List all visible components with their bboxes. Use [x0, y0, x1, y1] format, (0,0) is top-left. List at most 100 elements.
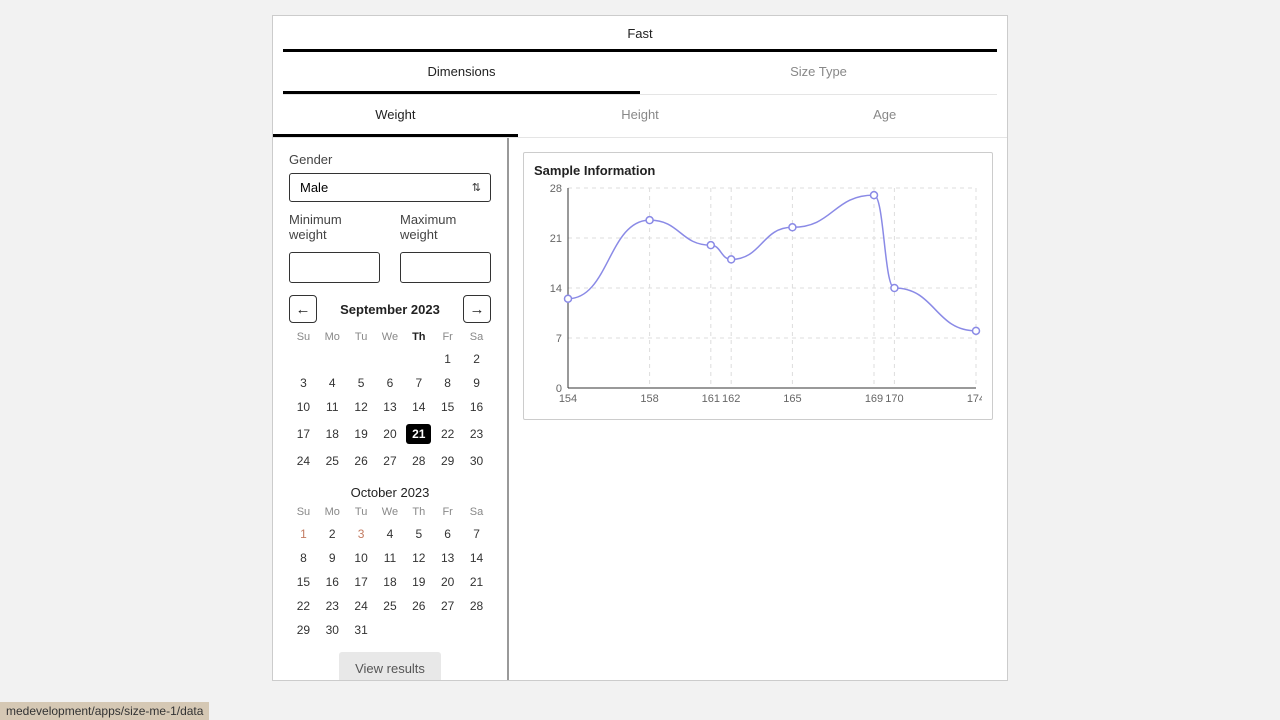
max-weight-label: Maximum weight	[400, 212, 491, 242]
tab-weight[interactable]: Weight	[273, 95, 518, 137]
calendar-day[interactable]: 26	[404, 594, 433, 618]
calendar-day[interactable]: 22	[289, 594, 318, 618]
main-panel: Sample Information 071421281541581611621…	[509, 138, 1007, 680]
svg-text:158: 158	[640, 393, 658, 405]
calendar-day[interactable]: 27	[433, 594, 462, 618]
dow-header: Sa	[462, 502, 491, 522]
calendar-day	[404, 618, 433, 642]
calendar-day[interactable]: 9	[318, 546, 347, 570]
calendar-day[interactable]: 18	[318, 419, 347, 449]
calendar-day[interactable]: 28	[462, 594, 491, 618]
calendar-day[interactable]: 14	[462, 546, 491, 570]
calendar-day[interactable]: 3	[289, 371, 318, 395]
calendar-day[interactable]: 21	[462, 570, 491, 594]
calendar-day[interactable]: 2	[318, 522, 347, 546]
app-title-bar: Fast	[283, 16, 997, 52]
calendar-day[interactable]: 5	[347, 371, 376, 395]
calendar-day[interactable]: 18	[376, 570, 405, 594]
cal-next-button[interactable]: →	[463, 295, 491, 323]
calendar-day[interactable]: 17	[289, 419, 318, 449]
dow-header: We	[376, 327, 405, 347]
calendar-day[interactable]: 30	[462, 449, 491, 473]
calendar-day[interactable]: 8	[289, 546, 318, 570]
calendar-day[interactable]: 24	[289, 449, 318, 473]
calendar-day[interactable]: 13	[376, 395, 405, 419]
svg-text:170: 170	[885, 393, 903, 405]
view-results-button[interactable]: View results	[339, 652, 441, 680]
calendar-day[interactable]: 4	[376, 522, 405, 546]
calendar-day[interactable]: 9	[462, 371, 491, 395]
calendar-day[interactable]: 21	[404, 419, 433, 449]
min-weight-input[interactable]	[289, 252, 380, 283]
app-card: Fast Dimensions Size Type Weight Height …	[272, 15, 1008, 681]
calendar-day[interactable]: 1	[289, 522, 318, 546]
calendar-day[interactable]: 20	[433, 570, 462, 594]
calendar-day[interactable]: 17	[347, 570, 376, 594]
calendar-day[interactable]: 10	[347, 546, 376, 570]
calendar-day[interactable]: 27	[376, 449, 405, 473]
calendar-day[interactable]: 25	[318, 449, 347, 473]
calendar-day[interactable]: 22	[433, 419, 462, 449]
max-weight-input[interactable]	[400, 252, 491, 283]
calendar-day[interactable]: 2	[462, 347, 491, 371]
calendar-day[interactable]: 3	[347, 522, 376, 546]
calendar-day[interactable]: 29	[289, 618, 318, 642]
gender-select-wrap: Male ⇅	[289, 173, 491, 202]
tab-size-type[interactable]: Size Type	[640, 52, 997, 94]
calendar-day[interactable]: 26	[347, 449, 376, 473]
calendar-day[interactable]: 15	[433, 395, 462, 419]
calendar-day[interactable]: 23	[318, 594, 347, 618]
calendar-day[interactable]: 7	[462, 522, 491, 546]
dow-header: Th	[404, 502, 433, 522]
cal-prev-button[interactable]: ←	[289, 295, 317, 323]
calendar-day[interactable]: 20	[376, 419, 405, 449]
svg-text:161: 161	[702, 393, 720, 405]
svg-text:28: 28	[550, 183, 562, 195]
calendar-day[interactable]: 15	[289, 570, 318, 594]
calendar-day[interactable]: 16	[318, 570, 347, 594]
calendar-day[interactable]: 14	[404, 395, 433, 419]
sub-tabs: Weight Height Age	[273, 95, 1007, 138]
calendar-day[interactable]: 29	[433, 449, 462, 473]
calendar-day[interactable]: 19	[347, 419, 376, 449]
calendar-day[interactable]: 13	[433, 546, 462, 570]
calendar-day[interactable]: 12	[347, 395, 376, 419]
calendar-day[interactable]: 8	[433, 371, 462, 395]
calendar-day[interactable]: 23	[462, 419, 491, 449]
calendar-day[interactable]: 25	[376, 594, 405, 618]
calendar-day[interactable]: 30	[318, 618, 347, 642]
calendar-day[interactable]: 12	[404, 546, 433, 570]
dow-header: Fr	[433, 502, 462, 522]
calendar-day[interactable]: 11	[376, 546, 405, 570]
tab-height[interactable]: Height	[518, 95, 763, 137]
tab-dimensions[interactable]: Dimensions	[283, 52, 640, 94]
calendar-day	[289, 347, 318, 371]
calendar-day[interactable]: 16	[462, 395, 491, 419]
dow-header: Sa	[462, 327, 491, 347]
calendar-day[interactable]: 11	[318, 395, 347, 419]
calendar-day[interactable]: 28	[404, 449, 433, 473]
calendar-day[interactable]: 4	[318, 371, 347, 395]
calendar-day[interactable]: 19	[404, 570, 433, 594]
calendar-day[interactable]: 24	[347, 594, 376, 618]
calendar-day[interactable]: 7	[404, 371, 433, 395]
calendar-day	[462, 618, 491, 642]
tab-age[interactable]: Age	[762, 95, 1007, 137]
calendar-day[interactable]: 5	[404, 522, 433, 546]
dow-header: Mo	[318, 502, 347, 522]
calendar-day	[347, 347, 376, 371]
min-weight-label: Minimum weight	[289, 212, 380, 242]
calendar-day[interactable]: 31	[347, 618, 376, 642]
calendar-day[interactable]: 1	[433, 347, 462, 371]
dow-header: Fr	[433, 327, 462, 347]
dow-header: Tu	[347, 502, 376, 522]
calendar-month2: SuMoTuWeThFrSa 1234567891011121314151617…	[289, 502, 491, 642]
calendar-day[interactable]: 6	[433, 522, 462, 546]
gender-select[interactable]: Male	[289, 173, 491, 202]
dow-header: Mo	[318, 327, 347, 347]
svg-text:165: 165	[783, 393, 801, 405]
svg-text:14: 14	[550, 283, 562, 295]
calendar-day[interactable]: 10	[289, 395, 318, 419]
calendar-day[interactable]: 6	[376, 371, 405, 395]
svg-text:169: 169	[865, 393, 883, 405]
